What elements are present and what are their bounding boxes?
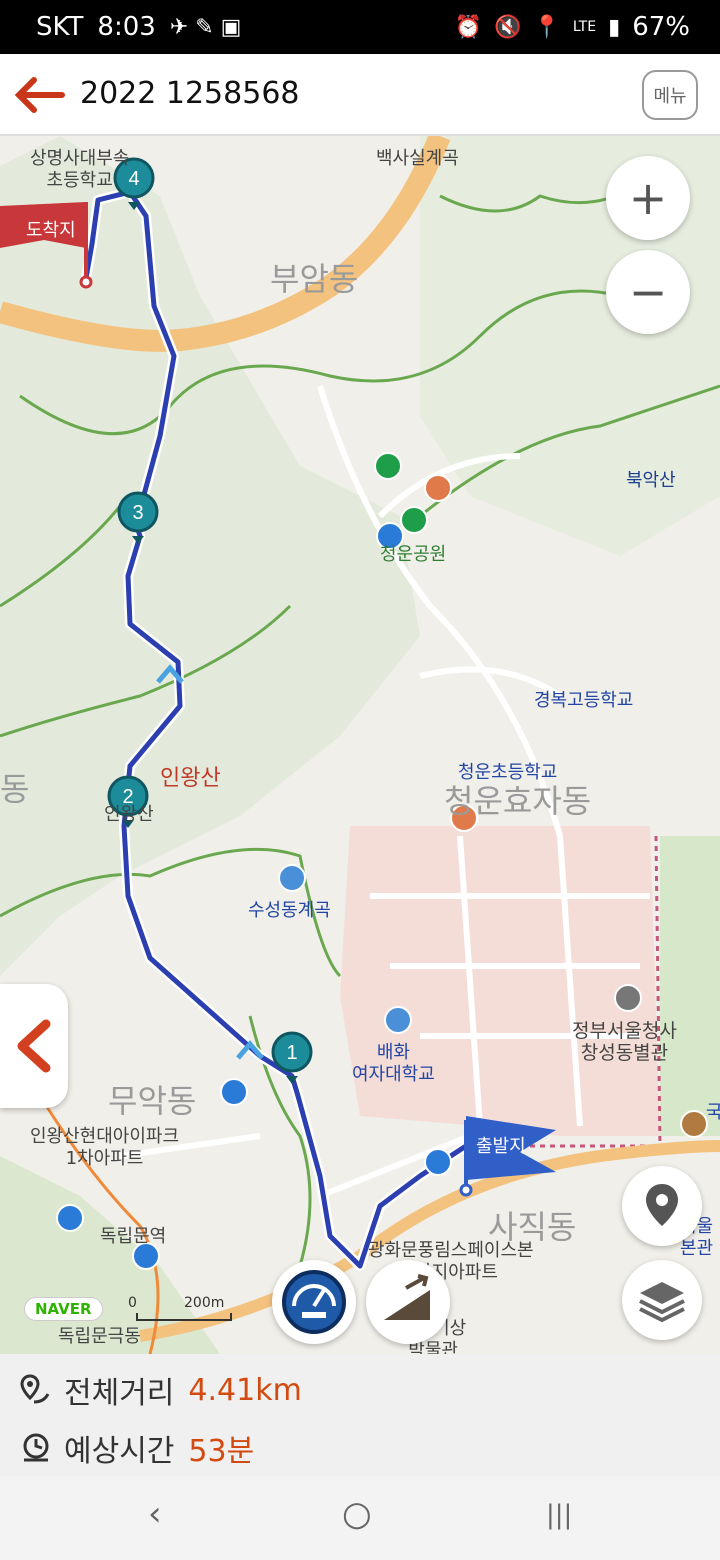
waypoint-label-1: 1 [286,1042,297,1064]
scale-distance: 200m [184,1295,225,1311]
label-univ: 배화 여자대학교 [352,1042,435,1086]
alarm-icon: ⏰ [454,14,482,40]
nav-recents-button[interactable]: ||| [546,1500,572,1530]
menu-button[interactable]: 메뉴 [642,70,698,120]
time-row: 예상시간 53분 [18,1426,254,1470]
minus-icon: − [628,265,668,319]
park-poi-icon [400,506,428,534]
network-type: LTE [572,19,597,35]
map-view[interactable]: 1 2 3 4 도착지 출발지 상명사대부속 초등학교 백사실계곡 부암동 북악산 청운공… [0,136,720,1354]
location-icon: 📍 [533,14,561,40]
museum-poi-icon [680,1110,708,1138]
my-location-button[interactable] [622,1166,702,1246]
naver-logo: NAVER [24,1297,103,1321]
waypoint-label-3: 3 [132,502,143,524]
label-dong-left: 동 [0,770,30,808]
gauge-icon [282,1270,346,1334]
trail-poi-icon-4 [56,1204,84,1232]
location-pin-icon [646,1184,678,1226]
status-bar: SKT 8:03 ✈ ✎ ▣ ⏰ 🔇 📍 LTE ▮ 67% [0,0,720,54]
label-park: 청운공원 [380,544,447,565]
distance-label: 전체거리 [64,1376,175,1411]
label-station2: 독립문극동 [58,1326,141,1347]
distance-row: 전체거리 4.41km [18,1368,302,1412]
label-apt1-text: 인왕산현대아이파크 1차아파트 [30,1126,180,1169]
label-gov: 정부서울청사 창성동별관 [572,1020,677,1064]
label-dong-cheongun: 청운효자동 [444,782,592,820]
mute-icon: 🔇 [494,14,522,40]
label-school3: 청운초등학교 [458,762,558,783]
arrival-point [79,275,93,289]
nav-home-button[interactable]: ○ [342,1494,372,1534]
speed-gauge-button[interactable] [272,1260,356,1344]
elevation-icon [384,1274,430,1320]
label-station1: 독립문역 [100,1226,167,1247]
label-valley1: 백사실계곡 [376,148,459,169]
label-school1-text: 상명사대부속 초등학교 [30,148,130,191]
side-panel-toggle[interactable] [0,984,68,1108]
nav-back-button[interactable]: ‹ [148,1494,162,1534]
label-school2: 경복고등학교 [534,690,634,711]
back-arrow-icon [14,77,65,113]
label-inwangsan-small: 인왕산 [104,804,154,825]
battery-percent: 67% [632,12,690,42]
scale-zero: 0 [128,1295,137,1311]
page-title: 2022 1258568 [80,76,300,111]
departure-point [459,1183,473,1197]
label-bugaksan: 북악산 [626,470,676,491]
plus-icon: + [628,171,668,225]
zoom-in-button[interactable]: + [606,156,690,240]
arrival-flag-label: 도착지 [26,220,76,241]
elevation-profile-button[interactable] [366,1260,450,1344]
carrier: SKT [36,12,84,42]
label-dong-buam: 부암동 [270,260,359,298]
clock-icon [23,1433,49,1462]
label-gov-text: 정부서울청사 창성동별관 [572,1020,677,1064]
label-school1: 상명사대부속 초등학교 [30,148,129,192]
waypoint-label-4: 4 [128,168,139,190]
trail-poi-icon-3 [424,1148,452,1176]
label-right-cut1: 국 [706,1102,720,1123]
time-value: 53분 [188,1434,255,1469]
valley-poi-icon [278,864,306,892]
trail-poi-icon-2 [220,1078,248,1106]
back-arrow-button[interactable] [12,74,68,116]
notification-icons: ✈ ✎ ▣ [169,14,242,40]
label-valley2: 수성동계곡 [248,900,331,921]
layers-icon [639,1282,685,1323]
departure-flag-label: 출발지 [476,1136,526,1157]
status-right: ⏰ 🔇 📍 LTE ▮ 67% [455,12,690,42]
label-dong-sajik: 사직동 [488,1208,577,1246]
app-bar: 2022 1258568 메뉴 [0,54,720,136]
mountain-poi-icon [374,452,402,480]
label-apt1: 인왕산현대아이파크 1차아파트 [30,1126,179,1170]
attraction-poi-icon [424,474,452,502]
signal-icon: ▮ [608,14,621,40]
route-summary-panel: 전체거리 4.41km 예상시간 53분 [0,1354,720,1476]
system-nav-bar: ‹ ○ ||| [0,1476,720,1560]
zoom-out-button[interactable]: − [606,250,690,334]
gov-poi-icon [614,984,642,1012]
clock: 8:03 [97,12,156,42]
univ-poi-icon [384,1006,412,1034]
scale-bar [136,1313,232,1321]
time-label: 예상시간 [64,1434,175,1469]
label-dong-muak: 무악동 [108,1082,197,1120]
label-univ-text: 배화 여자대학교 [352,1042,435,1085]
layers-button[interactable] [622,1260,702,1340]
route-distance-icon [20,1374,50,1404]
label-inwangsan: 인왕산 [160,766,221,791]
route-layer: 1234도착지출발지 [0,157,708,1271]
status-left: SKT 8:03 ✈ ✎ ▣ [36,12,241,42]
chevron-left-icon [17,1019,51,1073]
distance-value: 4.41km [188,1372,302,1408]
